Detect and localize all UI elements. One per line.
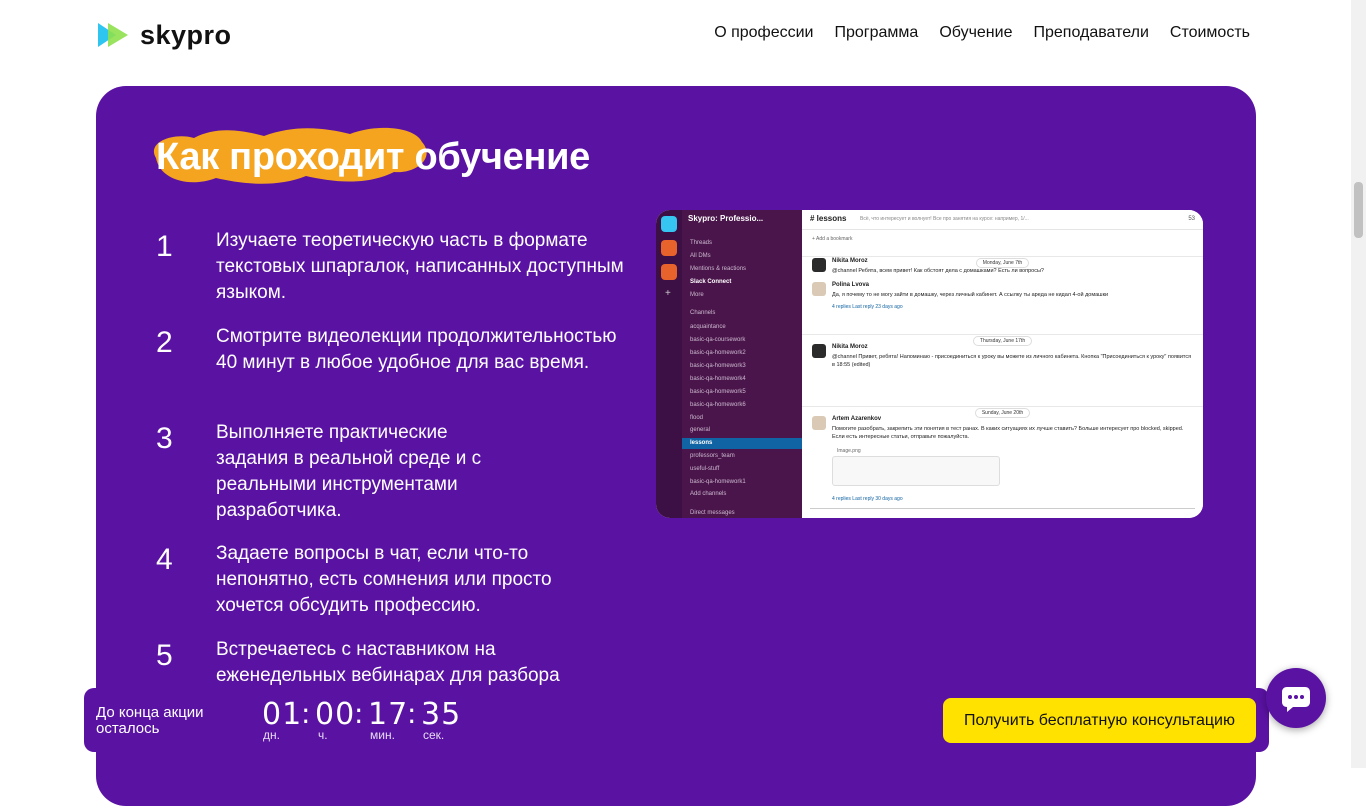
- workspace-icon: [661, 264, 677, 280]
- workspace-name: Skypro: Professio...: [688, 214, 764, 223]
- workspace-rail: +: [656, 210, 682, 518]
- workspace-icon: [661, 240, 677, 256]
- date-label: Thursday, June 17th: [972, 336, 1033, 346]
- message-text: @channel Привет, ребята! Напоминаю - при…: [832, 354, 1192, 368]
- message-author: Polina Lvova: [832, 282, 870, 288]
- sidebar-item: Threads: [690, 240, 713, 246]
- logo-text: skypro: [140, 19, 232, 50]
- sidebar-item: Add channels: [690, 491, 727, 497]
- sidebar-item: useful-stuff: [690, 466, 720, 472]
- site-header: skypro О профессии Программа Обучение Пр…: [0, 0, 1366, 72]
- timer-seconds: 35: [421, 697, 462, 732]
- nav-program[interactable]: Программа: [834, 24, 918, 42]
- sidebar-item: All DMs: [690, 253, 711, 259]
- section-title: Как проходит обучение: [156, 136, 591, 178]
- slack-main: # lessons Всё, что интересует и волнует!…: [802, 210, 1203, 518]
- section-title-wrap: Как проходит обучение: [146, 124, 626, 194]
- sidebar-item: general: [690, 427, 711, 433]
- sidebar-item: basic-qa-homework5: [690, 389, 746, 395]
- message-author: Artem Azarenkov: [832, 416, 882, 422]
- message-text: @channel Ребята, всем привет! Как обстоя…: [832, 268, 1044, 274]
- timer-colon: :: [301, 697, 311, 730]
- member-count: 53: [1188, 216, 1195, 222]
- step-number: 1: [156, 230, 173, 263]
- timer-days: 01: [262, 697, 303, 732]
- sidebar-item: Mentions & reactions: [690, 266, 747, 272]
- sidebar-item: Channels: [690, 310, 716, 316]
- message-author: Nikita Moroz: [832, 258, 868, 264]
- logo-play-icon: [98, 23, 128, 47]
- channel-topic: Всё, что интересует и волнует! Все про з…: [860, 216, 1029, 222]
- message-composer: [810, 508, 1195, 518]
- timer-label: До конца акции осталось: [96, 704, 204, 737]
- timer-unit-minutes: мин.: [370, 728, 395, 742]
- message-text: Да, я почему то не могу зайти в домашку,…: [832, 292, 1109, 298]
- timer-colon: :: [407, 697, 417, 730]
- page-scrollbar[interactable]: [1351, 0, 1366, 768]
- timer-minutes: 17: [368, 697, 409, 732]
- sidebar-item: More: [690, 292, 704, 298]
- timer-unit-hours: ч.: [318, 728, 328, 742]
- add-workspace-icon: +: [665, 288, 671, 299]
- step-number: 4: [156, 543, 173, 576]
- sidebar-item: basic-qa-homework2: [690, 350, 746, 356]
- free-consultation-button[interactable]: Получить бесплатную консультацию: [943, 698, 1256, 743]
- channel-name: # lessons: [810, 214, 847, 223]
- avatar: [812, 344, 826, 358]
- sidebar-item: professors_team: [690, 453, 735, 459]
- step-text: Задаете вопросы в чат, если что-то непон…: [216, 543, 552, 616]
- sidebar-item: basic-qa-homework1: [690, 479, 746, 485]
- step-number: 2: [156, 326, 173, 359]
- chat-widget-button[interactable]: [1266, 668, 1326, 728]
- avatar: [812, 258, 826, 272]
- avatar: [812, 416, 826, 430]
- sidebar-item: basic-qa-coursework: [690, 337, 746, 343]
- timer-unit-days: дн.: [263, 728, 280, 742]
- thread-replies: 4 replies Last reply 30 days ago: [832, 496, 903, 502]
- step-text: Смотрите видеолекции продолжительностью …: [216, 326, 617, 373]
- nav-about[interactable]: О профессии: [714, 24, 813, 42]
- step-number: 3: [156, 422, 173, 455]
- date-label: Sunday, June 20th: [974, 408, 1031, 418]
- message-text: Помогите разобрать, закрепить эти поняти…: [832, 426, 1184, 440]
- bookmark-bar: + Add a bookmark: [812, 236, 853, 242]
- chat-icon: [1282, 687, 1310, 712]
- main-nav: О профессии Программа Обучение Преподава…: [714, 24, 1250, 42]
- timer-hours: 00: [315, 697, 356, 732]
- channel-header: # lessons Всё, что интересует и волнует!…: [802, 210, 1203, 230]
- sidebar-item: acquaintance: [690, 324, 726, 330]
- attachment-name: Image.png: [837, 448, 861, 454]
- timer-colon: :: [354, 697, 364, 730]
- message-author: Nikita Moroz: [832, 344, 868, 350]
- sidebar-item: basic-qa-homework4: [690, 376, 746, 382]
- timer-unit-seconds: сек.: [423, 728, 445, 742]
- thread-replies: 4 replies Last reply 23 days ago: [832, 304, 903, 310]
- avatar: [812, 282, 826, 296]
- image-attachment: Image.png: [832, 448, 1000, 486]
- step-text: Выполняете практические задания в реальн…: [216, 422, 482, 521]
- workspace-icon: [661, 216, 677, 232]
- logo[interactable]: skypro: [96, 20, 232, 50]
- slack-screenshot: + Skypro: Professio... Threads All DMs M…: [656, 210, 1203, 518]
- step-text: Изучаете теоретическую часть в формате т…: [216, 230, 624, 303]
- scrollbar-thumb[interactable]: [1354, 182, 1363, 238]
- nav-teachers[interactable]: Преподаватели: [1033, 24, 1148, 42]
- sidebar-item: Slack Connect: [690, 279, 732, 285]
- nav-price[interactable]: Стоимость: [1170, 24, 1250, 42]
- slack-sidebar: Skypro: Professio... Threads All DMs Men…: [682, 210, 802, 518]
- step-text: Встречаетесь с наставником на еженедельн…: [216, 639, 560, 686]
- sidebar-item: basic-qa-homework3: [690, 363, 746, 369]
- sidebar-item: basic-qa-homework6: [690, 402, 746, 408]
- sidebar-item: Direct messages: [690, 510, 735, 516]
- nav-learning[interactable]: Обучение: [939, 24, 1012, 42]
- sidebar-item: flood: [690, 415, 704, 421]
- step-number: 5: [156, 639, 173, 672]
- sidebar-item: lessons: [690, 440, 713, 446]
